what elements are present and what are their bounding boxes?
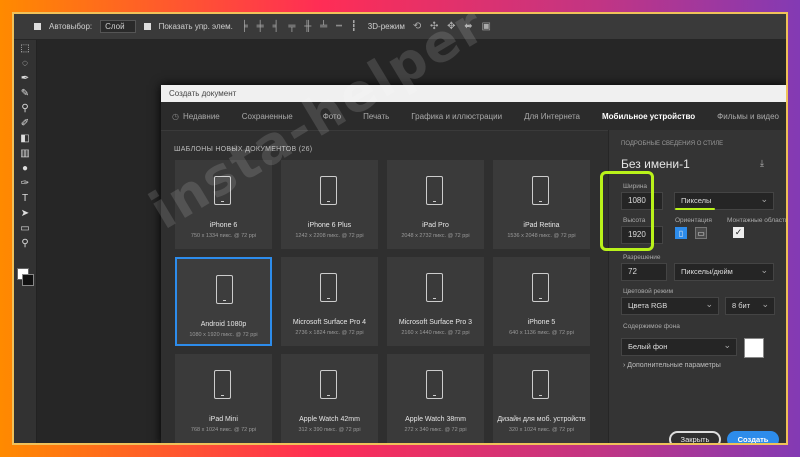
zoom-icon[interactable]: ⚲ — [18, 238, 32, 249]
tools-panel: ⬚ ◌ ✒ ✎ ⚲ ✐ ◧ ▥ ● ✑ T ➤ ▭ ⚲ — [14, 40, 37, 445]
autoselect-checkbox[interactable] — [34, 23, 41, 30]
tab-art-illustration[interactable]: Графика и иллюстрации — [400, 112, 513, 121]
eyedropper-icon[interactable]: ✒ — [18, 73, 32, 84]
phone-icon — [532, 176, 549, 205]
stamp-icon[interactable]: ⚲ — [18, 103, 32, 114]
phone-icon — [532, 370, 549, 399]
options-bar: Автовыбор: Слой Показать упр. элем. ╞ ╪ … — [14, 14, 786, 40]
shape-icon[interactable]: ▭ — [18, 223, 32, 234]
background-color-swatch[interactable] — [22, 274, 34, 286]
lasso-icon[interactable]: ◌ — [18, 58, 32, 69]
template-card[interactable]: Microsoft Surface Pro 4 2736 x 1824 пикс.… — [281, 257, 378, 346]
gradient-icon[interactable]: ▥ — [18, 148, 32, 159]
tab-print[interactable]: Печать — [352, 112, 400, 121]
template-card[interactable]: Microsoft Surface Pro 3 2160 x 1440 пикс.… — [387, 257, 484, 346]
color-mode-select[interactable]: Цвета RGB — [621, 296, 719, 315]
show-transform-label: Показать упр. элем. — [158, 22, 233, 31]
mode-3d-label: 3D-режим — [367, 22, 405, 31]
document-name[interactable]: Без имени-1 — [621, 157, 690, 171]
preset-details-panel: ПОДРОБНЫЕ СВЕДЕНИЯ О СТИЛЕ Без имени-1 ⤓… — [600, 130, 789, 445]
templates-panel: ШАБЛОНЫ НОВЫХ ДОКУМЕНТОВ (26) iPhone 6 75… — [161, 130, 601, 445]
3d-tools-icons[interactable]: ⟲ ✣ ✥ ⬌ ▣ — [413, 21, 494, 32]
close-button[interactable]: Закрыть — [669, 431, 721, 448]
phone-icon — [216, 275, 233, 304]
tab-web[interactable]: Для Интернета — [513, 112, 591, 121]
tab-mobile[interactable]: Мобильное устройство — [591, 112, 706, 121]
template-card[interactable]: iPhone 5 640 x 1136 пикс. @ 72 ppi — [493, 257, 590, 346]
template-card-selected[interactable]: Android 1080p 1080 x 1920 пикс. @ 72 ppi — [175, 257, 272, 346]
units-underline-annotation — [675, 208, 715, 210]
tab-saved[interactable]: Сохраненные — [231, 112, 304, 121]
details-heading: ПОДРОБНЫЕ СВЕДЕНИЯ О СТИЛЕ — [621, 141, 724, 147]
brush-icon[interactable]: ✎ — [18, 88, 32, 99]
dodge-icon[interactable]: ● — [18, 163, 32, 174]
phone-icon — [426, 176, 443, 205]
autoselect-label: Автовыбор: — [49, 22, 93, 31]
phone-icon — [320, 176, 337, 205]
phone-icon — [214, 370, 231, 399]
template-card[interactable]: Apple Watch 38mm 272 x 340 пикс. @ 72 ppi — [387, 354, 484, 443]
resolution-input[interactable]: 72 — [621, 263, 667, 281]
artboards-label: Монтажные области — [727, 217, 789, 224]
phone-icon — [320, 370, 337, 399]
template-card[interactable]: iPhone 6 Plus 1242 x 2208 пикс. @ 72 ppi — [281, 160, 378, 249]
templates-heading: ШАБЛОНЫ НОВЫХ ДОКУМЕНТОВ (26) — [174, 146, 313, 153]
template-card[interactable]: Дизайн для моб. устройств 320 x 1024 пикс… — [493, 354, 590, 443]
new-document-dialog: Создать документ ◷ Недавние Сохраненные Ф… — [161, 85, 789, 448]
color-mode-label: Цветовой режим — [623, 288, 674, 295]
phone-icon — [426, 273, 443, 302]
orientation-label: Ориентация — [675, 217, 712, 224]
phone-icon — [532, 273, 549, 302]
template-card[interactable]: iPad Retina 1536 x 2048 пикс. @ 72 ppi — [493, 160, 590, 249]
history-brush-icon[interactable]: ✐ — [18, 118, 32, 129]
artboards-checkbox[interactable]: ✓ — [733, 227, 744, 238]
templates-count: (26) — [298, 146, 313, 153]
phone-icon — [214, 176, 231, 205]
template-card[interactable]: iPhone 6 750 x 1334 пикс. @ 72 ppi — [175, 160, 272, 249]
background-label: Содержимое фона — [623, 323, 680, 330]
template-card[interactable]: iPad Pro 2048 x 2732 пикс. @ 72 ppi — [387, 160, 484, 249]
type-icon[interactable]: T — [18, 193, 32, 204]
bit-depth-select[interactable]: 8 бит — [725, 296, 775, 315]
templates-grid: iPhone 6 750 x 1334 пикс. @ 72 ppi iPhone… — [175, 160, 590, 443]
pen-icon[interactable]: ✑ — [18, 178, 32, 189]
dialog-title: Создать документ — [161, 85, 786, 102]
phone-icon — [320, 273, 337, 302]
resolution-label: Разрешение — [623, 254, 661, 261]
template-card[interactable]: iPad Mini 768 x 1024 пикс. @ 72 ppi — [175, 354, 272, 443]
marquee-icon[interactable]: ⬚ — [18, 43, 32, 54]
tab-recent[interactable]: ◷ Недавние — [161, 112, 231, 121]
resolution-units-select[interactable]: Пикселы/дюйм — [674, 262, 774, 281]
show-transform-checkbox[interactable] — [143, 23, 151, 30]
preset-tabs: ◷ Недавние Сохраненные Фото Печать График… — [161, 102, 786, 131]
save-preset-icon[interactable]: ⤓ — [760, 158, 771, 168]
phone-icon — [426, 370, 443, 399]
layer-select[interactable]: Слой — [100, 20, 136, 33]
create-button[interactable]: Создать — [727, 431, 779, 448]
tab-photo[interactable]: Фото — [312, 112, 352, 121]
eraser-icon[interactable]: ◧ — [18, 133, 32, 144]
tab-film-video[interactable]: Фильмы и видео — [706, 112, 790, 121]
template-card[interactable]: Apple Watch 42mm 312 x 390 пикс. @ 72 ppi — [281, 354, 378, 443]
background-color-swatch[interactable] — [744, 338, 764, 358]
size-highlight-annotation — [600, 171, 654, 251]
landscape-orientation-button[interactable]: ▭ — [695, 227, 707, 239]
background-select[interactable]: Белый фон — [621, 337, 737, 356]
portrait-orientation-button[interactable]: ▯ — [675, 227, 687, 239]
clock-icon: ◷ — [172, 111, 179, 121]
advanced-options-toggle[interactable]: › Дополнительные параметры — [623, 362, 721, 369]
chevron-right-icon: › — [623, 362, 626, 369]
path-select-icon[interactable]: ➤ — [18, 208, 32, 219]
align-icons[interactable]: ╞ ╪ ╡ ╤ ╫ ╧ ┅ ┇ — [241, 21, 360, 32]
